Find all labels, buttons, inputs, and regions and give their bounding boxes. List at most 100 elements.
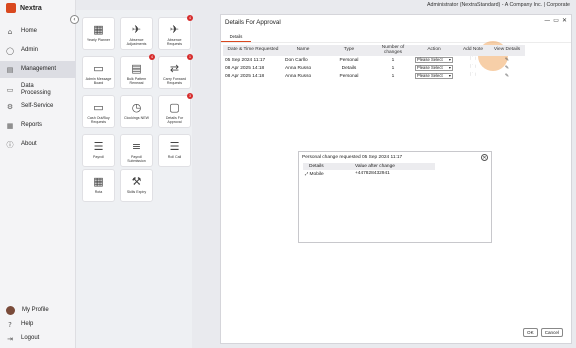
change-row: ⤢ Mobile +447828432941 bbox=[303, 170, 435, 177]
tile-cash-out-buy-requests[interactable]: ▭ Cash Out/Buy Requests bbox=[82, 95, 115, 128]
cancel-button[interactable]: Cancel bbox=[540, 328, 563, 337]
info-icon: ⓘ bbox=[6, 140, 14, 149]
column-header[interactable]: Add Note bbox=[457, 45, 489, 56]
action-select-value: Please Select bbox=[417, 73, 443, 79]
popup-close-button[interactable]: ✕ bbox=[481, 154, 488, 161]
tile-roll-call[interactable]: ☰ Roll Call bbox=[158, 134, 191, 167]
action-select[interactable]: Please Select ▾ bbox=[415, 72, 453, 79]
maximize-icon[interactable]: ▭ bbox=[553, 17, 559, 24]
home-icon: ⌂ bbox=[7, 27, 13, 36]
absence-icon: ✈ bbox=[131, 23, 142, 36]
window-controls: — ▭ ✕ bbox=[544, 17, 567, 24]
edit-icon[interactable]: ✎ bbox=[505, 57, 509, 63]
tab-divider bbox=[221, 42, 571, 43]
app-name: Nextra bbox=[20, 4, 42, 12]
column-header[interactable]: Action bbox=[411, 45, 457, 56]
ok-button[interactable]: OK bbox=[523, 328, 538, 337]
skills-icon: ⚒ bbox=[131, 175, 142, 188]
tile-payroll[interactable]: ☰ Payroll bbox=[82, 134, 115, 167]
change-table: Details Value after change ⤢ Mobile +447… bbox=[303, 163, 435, 177]
table-row[interactable]: 05 Sep 2024 11:17 Don Carllo Personal 1 … bbox=[223, 56, 525, 64]
folder-icon[interactable]: 🗀 bbox=[470, 56, 475, 62]
message-board-icon: ▭ bbox=[93, 62, 104, 75]
bulk-pattern-icon: ▤ bbox=[131, 62, 142, 75]
tile-rota[interactable]: ▦ Rota bbox=[82, 169, 115, 202]
tile-bulk-pattern-renewal[interactable]: 4 ▤ Bulk Pattern Renewal bbox=[120, 54, 155, 89]
tile-clockings-new[interactable]: ◷ Clockings NEW bbox=[120, 95, 153, 128]
sidebar-item-self-service[interactable]: ⚙ Self-Service bbox=[0, 98, 76, 115]
notification-badge: 4 bbox=[187, 15, 193, 21]
notification-badge: 4 bbox=[149, 54, 155, 60]
personal-change-popup: Personal change requested 05 Sep 2024 11… bbox=[298, 151, 492, 243]
cell-add-note: 🗀 bbox=[457, 56, 489, 64]
column-header[interactable]: View Details bbox=[489, 45, 525, 56]
column-header[interactable]: Number of changes bbox=[375, 45, 411, 56]
database-icon: ≡ bbox=[131, 140, 142, 153]
chevron-down-icon: ▾ bbox=[448, 57, 451, 63]
window-title: Details For Approval bbox=[225, 19, 281, 26]
table-row[interactable]: 08 Apr 2025 14:18 Anna Russo Details 1 P… bbox=[223, 64, 525, 72]
folder-icon[interactable]: 🗀 bbox=[470, 64, 475, 70]
sidebar-item-label: Admin bbox=[21, 47, 39, 53]
minimize-icon[interactable]: — bbox=[544, 17, 550, 24]
column-header[interactable]: Date & Time Requested bbox=[223, 45, 283, 56]
table-row[interactable]: 08 Apr 2025 14:18 Anna Russo Personal 1 … bbox=[223, 72, 525, 80]
tile-carry-forward-requests[interactable]: 1 ⇄ Carry Forward Requests bbox=[158, 54, 193, 89]
tile-label: Skills Expiry bbox=[126, 190, 147, 194]
tile-label: Rota bbox=[94, 190, 103, 194]
folder-icon[interactable]: 🗀 bbox=[470, 72, 475, 78]
carry-forward-icon: ⇄ bbox=[169, 62, 180, 75]
notification-badge: 1 bbox=[187, 54, 193, 60]
sidebar-item-reports[interactable]: ▦ Reports bbox=[0, 117, 76, 134]
sidebar-item-label: Home bbox=[21, 28, 38, 34]
sidebar-item-home[interactable]: ⌂ Home bbox=[0, 23, 76, 40]
rota-icon: ▦ bbox=[93, 175, 104, 188]
cell-action: Please Select ▾ bbox=[411, 56, 457, 64]
action-select[interactable]: Please Select ▾ bbox=[415, 64, 453, 71]
nextra-logo-icon bbox=[6, 3, 16, 13]
clock-icon: ◷ bbox=[131, 101, 142, 114]
sidebar-item-about[interactable]: ⓘ About bbox=[0, 136, 76, 153]
tile-yearly-planner[interactable]: ▦ Yearly Planner bbox=[82, 17, 115, 50]
cell-name: Anna Russo bbox=[285, 73, 312, 79]
tile-skills-expiry[interactable]: ⚒ Skills Expiry bbox=[120, 169, 153, 202]
sidebar-item-data-processing[interactable]: ▭ Data Processing bbox=[0, 80, 76, 99]
tile-absence-requests[interactable]: 4 ✈ Absence Requests bbox=[158, 15, 193, 50]
self-service-icon: ⚙ bbox=[6, 102, 14, 111]
roll-call-icon: ☰ bbox=[169, 140, 180, 153]
edit-icon[interactable]: ✎ bbox=[505, 73, 509, 79]
sidebar-item-label: Help bbox=[21, 321, 34, 327]
cell-type: Personal bbox=[339, 57, 359, 63]
tile-label: Bulk Pattern Renewal bbox=[126, 77, 147, 86]
tab-details[interactable]: Details bbox=[221, 32, 251, 42]
close-icon[interactable]: ✕ bbox=[562, 17, 567, 24]
cell-type: Personal bbox=[339, 73, 359, 79]
notification-badge: 3 bbox=[187, 93, 193, 99]
column-header[interactable]: Type bbox=[323, 45, 375, 56]
column-header[interactable]: Name bbox=[283, 45, 323, 56]
sidebar-item-label: My Profile bbox=[22, 307, 49, 313]
collapse-sidebar-button[interactable]: ‹ bbox=[70, 15, 79, 24]
sidebar-item-label: Reports bbox=[21, 122, 43, 128]
tile-admin-message-board[interactable]: ▭ Admin Message Board bbox=[82, 56, 115, 89]
cell-add-note: 🗀 bbox=[457, 72, 489, 80]
action-select[interactable]: Please Select ▾ bbox=[415, 56, 453, 63]
sidebar-item-label: Management bbox=[21, 66, 57, 72]
edit-icon[interactable]: ✎ bbox=[505, 65, 509, 71]
calendar-icon: ▦ bbox=[93, 23, 104, 36]
sidebar-item-admin[interactable]: ◯ Admin bbox=[0, 42, 76, 59]
cell-name: Anna Russo bbox=[285, 65, 312, 71]
tile-absence-adjustments[interactable]: ✈ Absence Adjustments bbox=[120, 17, 153, 50]
cell-action: Please Select ▾ bbox=[411, 64, 457, 72]
action-select-value: Please Select bbox=[417, 65, 443, 71]
tile-label: Absence Adjustments bbox=[126, 38, 147, 47]
details-icon: ▢ bbox=[169, 101, 180, 114]
tile-payroll-submission[interactable]: ≡ Payroll Submission bbox=[120, 134, 153, 167]
user-icon: ◯ bbox=[6, 46, 14, 55]
sidebar-item-management[interactable]: ▤ Management bbox=[0, 61, 76, 78]
sidebar-item-logout[interactable]: ⇥ Logout bbox=[0, 330, 76, 347]
user-context[interactable]: Administrator (NextraStandard) - A Compa… bbox=[427, 2, 570, 8]
avatar bbox=[6, 306, 15, 315]
tile-details-for-approval[interactable]: 3 ▢ Details For Approval bbox=[158, 93, 193, 128]
chevron-left-icon: ‹ bbox=[73, 16, 76, 23]
